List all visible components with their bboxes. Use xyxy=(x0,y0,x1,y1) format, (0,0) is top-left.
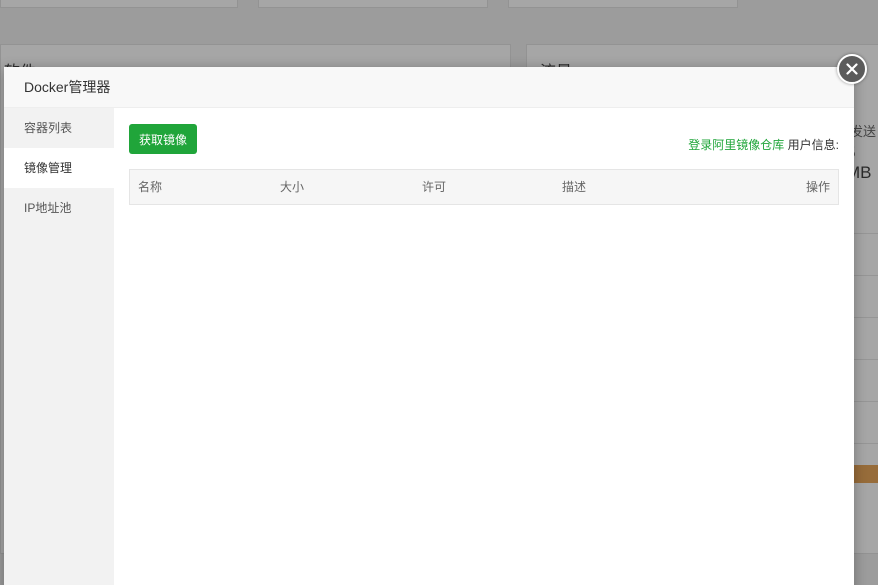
docker-manager-modal: Docker管理器 容器列表 镜像管理 IP地址池 获取镜像 登录阿里镜像仓库 … xyxy=(4,67,854,585)
modal-body: 容器列表 镜像管理 IP地址池 获取镜像 登录阿里镜像仓库 用户信息: 名称 大… xyxy=(4,108,854,585)
user-info-label: 用户信息: xyxy=(787,138,839,152)
sidebar-item-images[interactable]: 镜像管理 xyxy=(4,148,114,188)
registry-info: 登录阿里镜像仓库 用户信息: xyxy=(688,136,839,153)
images-panel: 获取镜像 登录阿里镜像仓库 用户信息: 名称 大小 许可 描述 操作 xyxy=(114,108,854,585)
aliyun-registry-login-link[interactable]: 登录阿里镜像仓库 xyxy=(688,138,784,152)
pull-image-button[interactable]: 获取镜像 xyxy=(129,124,198,154)
column-description-header: 描述 xyxy=(562,180,587,194)
column-actions-header: 操作 xyxy=(805,180,830,194)
close-icon xyxy=(846,63,858,75)
table-header: 名称 大小 许可 描述 操作 xyxy=(130,170,838,204)
close-modal-button[interactable] xyxy=(837,54,867,84)
sidebar-item-containers[interactable]: 容器列表 xyxy=(4,108,114,148)
images-table: 名称 大小 许可 描述 操作 xyxy=(129,169,839,205)
modal-title: Docker管理器 xyxy=(4,67,854,108)
column-name-header: 名称 xyxy=(138,180,163,194)
column-size-header: 大小 xyxy=(280,180,305,194)
modal-sidebar: 容器列表 镜像管理 IP地址池 xyxy=(4,108,114,585)
sidebar-item-ip-pool[interactable]: IP地址池 xyxy=(4,188,114,228)
column-license-header: 许可 xyxy=(422,180,447,194)
